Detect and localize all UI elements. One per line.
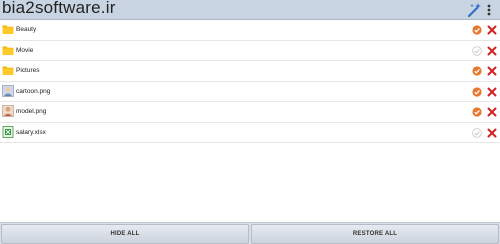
- list-item[interactable]: Pictures: [0, 61, 500, 82]
- file-name: Beauty: [16, 26, 37, 33]
- list-item[interactable]: Movie: [0, 41, 500, 61]
- delete-icon[interactable]: [487, 128, 497, 138]
- check-off-icon[interactable]: [472, 127, 482, 138]
- list-item[interactable]: Beauty: [0, 20, 500, 41]
- list-item[interactable]: salary.xlsx: [0, 123, 500, 143]
- delete-icon[interactable]: [487, 46, 497, 56]
- image-file-icon: [2, 105, 14, 117]
- list-item[interactable]: cartoon.png: [0, 82, 500, 102]
- restore-all-button[interactable]: RESTORE ALL: [251, 224, 499, 244]
- delete-icon[interactable]: [487, 87, 497, 97]
- watermark-text: bia2software.ir: [2, 0, 116, 17]
- folder-icon: [2, 46, 14, 55]
- magic-wand-icon[interactable]: [466, 2, 482, 18]
- file-name: Pictures: [16, 67, 40, 74]
- check-on-icon[interactable]: [472, 107, 482, 117]
- folder-icon: [2, 25, 14, 34]
- file-name: model.png: [16, 108, 47, 115]
- list-item[interactable]: model.png: [0, 102, 500, 123]
- file-name: Movie: [16, 46, 34, 54]
- check-on-icon[interactable]: [472, 25, 482, 35]
- hidden-files-list: Beauty Movie Pictures cartoon.png model.…: [0, 20, 500, 143]
- overflow-menu-icon[interactable]: [482, 2, 496, 18]
- check-on-icon[interactable]: [472, 66, 482, 76]
- file-name: cartoon.png: [16, 87, 51, 95]
- action-bar: bia2software.ir: [0, 0, 500, 20]
- check-on-icon[interactable]: [472, 86, 482, 97]
- file-name: salary.xlsx: [16, 128, 46, 136]
- delete-icon[interactable]: [487, 66, 497, 76]
- image-file-icon: [2, 84, 14, 97]
- delete-icon[interactable]: [487, 25, 497, 35]
- delete-icon[interactable]: [487, 107, 497, 117]
- spreadsheet-file-icon: [2, 125, 14, 138]
- check-off-icon[interactable]: [472, 45, 482, 56]
- folder-icon: [2, 66, 14, 75]
- bottom-bar: HIDE ALL RESTORE ALL: [0, 222, 500, 244]
- hide-all-button[interactable]: HIDE ALL: [1, 224, 249, 244]
